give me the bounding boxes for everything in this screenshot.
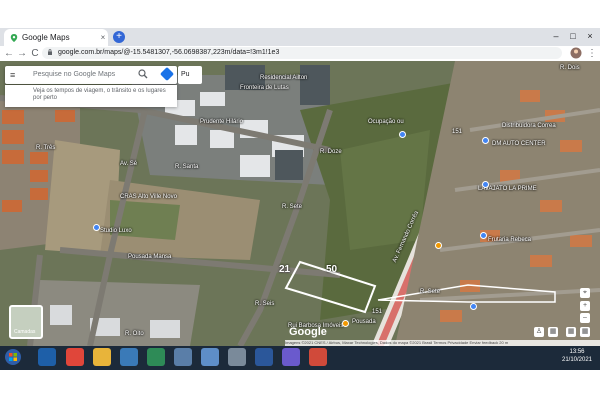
app-taskbar-icon[interactable]: [174, 348, 192, 366]
app-taskbar-icon[interactable]: [282, 348, 300, 366]
zoom-out-button[interactable]: –: [580, 313, 590, 323]
search-icon[interactable]: [138, 69, 148, 79]
restaurant-pin-icon[interactable]: [342, 320, 349, 327]
lot-left-number: 21: [279, 264, 291, 275]
back-button[interactable]: ←: [3, 46, 15, 61]
restaurant-pin-icon[interactable]: [435, 242, 442, 249]
highway-shield: 151: [372, 309, 383, 315]
app-taskbar-icon[interactable]: [147, 348, 165, 366]
place-pin-icon[interactable]: [482, 181, 489, 188]
maps-search-box[interactable]: ≡ Pesquise no Google Maps: [5, 66, 177, 84]
layers-label: Camadas: [14, 329, 36, 335]
category-chip[interactable]: Pu: [178, 66, 202, 84]
street-view-thumb[interactable]: ▦: [566, 327, 576, 337]
search-input[interactable]: Pesquise no Google Maps: [33, 71, 115, 78]
ie-taskbar-icon[interactable]: [38, 348, 56, 366]
app-taskbar-icon[interactable]: [120, 348, 138, 366]
road-label: R. Seis: [255, 301, 275, 307]
nearby-suggestion[interactable]: Veja os tempos de viagem, o trânsito e o…: [5, 85, 177, 107]
clock-time: 13:56: [569, 349, 585, 355]
app-taskbar-icon[interactable]: [201, 348, 219, 366]
suggestion-text: Veja os tempos de viagem, o trânsito e o…: [33, 88, 166, 101]
tab-google-maps[interactable]: Google Maps ×: [4, 29, 108, 46]
menu-icon[interactable]: ≡: [10, 70, 15, 80]
zoom-in-button[interactable]: +: [580, 301, 590, 311]
place-pin-icon[interactable]: [93, 224, 100, 231]
place-pin-icon[interactable]: [482, 137, 489, 144]
word-taskbar-icon[interactable]: [255, 348, 273, 366]
directions-icon[interactable]: [159, 66, 175, 82]
tab-close-icon[interactable]: ×: [98, 33, 108, 42]
street-view-thumb[interactable]: ▦: [580, 327, 590, 337]
maximize-button[interactable]: □: [565, 28, 581, 44]
place-pin-icon[interactable]: [399, 131, 406, 138]
road-label: R. Santa: [175, 164, 199, 170]
layers-toggle[interactable]: Camadas: [9, 305, 43, 339]
forward-button[interactable]: →: [16, 46, 28, 61]
google-logo: Google: [289, 326, 327, 338]
chrome-taskbar-icon[interactable]: [309, 348, 327, 366]
road-label: R. Oito: [125, 331, 144, 337]
map-label[interactable]: Pousada Mansa: [128, 254, 171, 260]
close-window-button[interactable]: ×: [582, 28, 598, 44]
lock-icon: [48, 49, 52, 55]
minimize-button[interactable]: –: [548, 28, 564, 44]
place-pin-icon[interactable]: [470, 303, 477, 310]
clock-date: 21/10/2021: [561, 357, 593, 363]
map-label[interactable]: Frutaria Rebeca: [488, 237, 531, 243]
map-label[interactable]: Ocupação ou: [368, 119, 404, 125]
road-label: R. Sete: [282, 204, 303, 210]
compass-icon[interactable]: ⌖: [580, 288, 590, 298]
profile-avatar-icon[interactable]: [570, 47, 582, 59]
new-tab-button[interactable]: +: [113, 31, 125, 43]
map-label[interactable]: Distribuidora Correa: [502, 123, 556, 129]
highway-shield: 151: [452, 129, 463, 135]
taskbar: [0, 346, 600, 370]
address-bar[interactable]: google.com.br/maps/@-15.5481307,-56.0698…: [42, 47, 562, 59]
chrome-taskbar-icon[interactable]: [66, 348, 84, 366]
street-view-thumb[interactable]: ▦: [548, 327, 558, 337]
map-label[interactable]: Studio Luxo: [100, 228, 132, 234]
lot-right-number: 50: [326, 264, 338, 275]
map-label[interactable]: DM AUTO CENTER: [492, 141, 546, 147]
system-clock[interactable]: 13:56 21/10/2021: [555, 348, 599, 364]
place-pin-icon[interactable]: [480, 232, 487, 239]
map-label[interactable]: CRAS Alto Ville Novo: [120, 194, 177, 200]
browser-menu-icon[interactable]: ⋮: [586, 46, 598, 61]
map-label[interactable]: Prudente Hilário: [200, 119, 243, 125]
road-label: R. Dois: [560, 65, 580, 71]
map-label[interactable]: Pousada: [352, 319, 376, 325]
folder-taskbar-icon[interactable]: [93, 348, 111, 366]
road-label: R. Sete: [420, 289, 441, 295]
road-label: Av. Sé: [120, 161, 138, 167]
reload-button[interactable]: C: [29, 46, 41, 61]
map-label[interactable]: Residencial Ailton: [260, 75, 307, 81]
map-label[interactable]: Fronteira de Lutas: [240, 85, 289, 91]
maps-favicon-icon: [10, 33, 18, 42]
app-taskbar-icon[interactable]: [228, 348, 246, 366]
road-label: R. Doze: [320, 149, 342, 155]
tab-title: Google Maps: [22, 33, 70, 42]
road-label: R. Três: [36, 145, 56, 151]
start-button-icon[interactable]: [4, 348, 22, 366]
pegman-icon[interactable]: ♙: [534, 327, 544, 337]
